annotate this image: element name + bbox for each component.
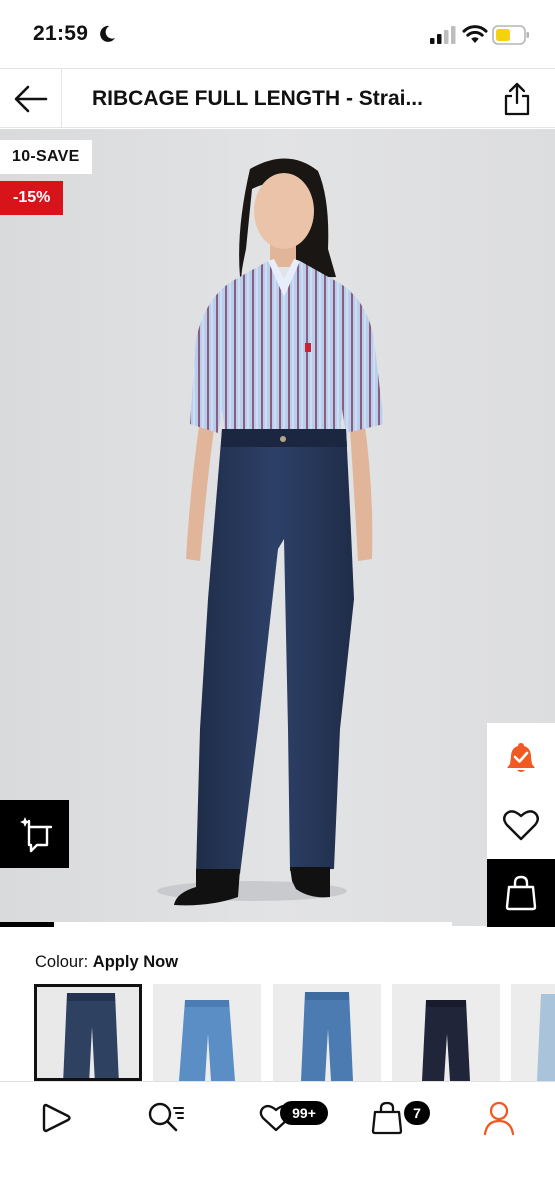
bell-check-icon	[507, 743, 535, 772]
page-title: RIBCAGE FULL LENGTH - Strai...	[92, 87, 423, 110]
user-icon	[483, 1101, 515, 1136]
swatch-image	[37, 987, 139, 1078]
gallery-progress-bar	[0, 922, 55, 927]
play-logo-icon	[42, 1103, 71, 1133]
moon-icon	[100, 25, 115, 42]
promo-code-badge: 10-SAVE	[0, 140, 92, 174]
ar-view-icon	[19, 817, 52, 853]
heart-icon	[503, 810, 539, 841]
nav-account[interactable]	[477, 1098, 521, 1138]
wifi-icon	[462, 25, 488, 43]
wishlist-count-badge: 99+	[280, 1101, 328, 1125]
ar-view-button[interactable]	[0, 800, 69, 868]
status-time: 21:59	[33, 22, 89, 45]
discount-badge: -15%	[0, 181, 64, 215]
nav-search[interactable]	[144, 1098, 188, 1138]
status-bar: 21:59	[0, 0, 555, 68]
add-to-bag-button[interactable]	[487, 859, 555, 927]
price-alert-button[interactable]	[487, 723, 555, 791]
swatch-black-navy[interactable]	[392, 984, 500, 1081]
nav-home[interactable]	[34, 1098, 78, 1138]
arrow-left-icon	[14, 85, 47, 112]
product-image[interactable]: 10-SAVE -15%	[0, 129, 555, 926]
swatch-mid-blue[interactable]	[153, 984, 261, 1081]
swatch-image	[392, 984, 500, 1081]
bottom-navigation: 99+ 7	[0, 1081, 555, 1200]
swatch-dark-indigo[interactable]	[34, 984, 142, 1081]
product-header: RIBCAGE FULL LENGTH - Strai...	[0, 68, 555, 128]
swatch-image	[511, 984, 555, 1081]
share-icon	[504, 82, 530, 116]
colour-label-text: Colour:	[35, 953, 89, 971]
colour-value: Apply Now	[92, 953, 179, 971]
shopping-bag-icon	[371, 1101, 403, 1135]
share-button[interactable]	[500, 81, 534, 117]
back-button[interactable]	[0, 69, 62, 128]
wishlist-button[interactable]	[487, 791, 555, 859]
swatch-light-blue[interactable]	[511, 984, 555, 1081]
nav-bag[interactable]	[365, 1098, 409, 1138]
search-list-icon	[148, 1102, 184, 1132]
cellular-signal-icon	[430, 26, 456, 44]
colour-swatches	[34, 984, 555, 1081]
model-photo	[157, 158, 384, 906]
gallery-progress-track	[0, 922, 452, 927]
battery-icon	[492, 25, 529, 45]
bag-count-badge: 7	[404, 1101, 430, 1125]
swatch-image	[153, 984, 261, 1081]
swatch-medium-blue[interactable]	[273, 984, 381, 1081]
colour-label: Colour: Apply Now	[35, 953, 178, 972]
shopping-bag-icon	[505, 875, 537, 911]
swatch-image	[273, 984, 381, 1081]
